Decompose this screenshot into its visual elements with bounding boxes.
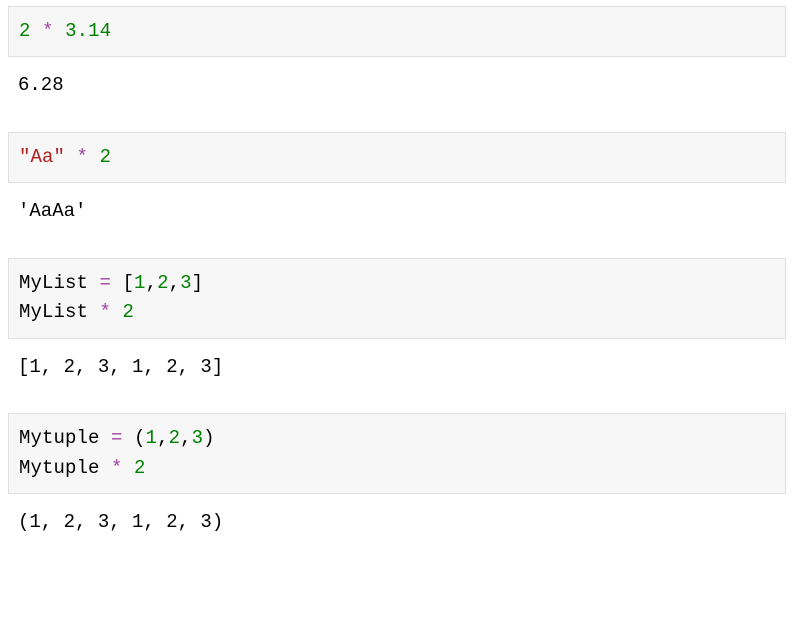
code-token xyxy=(123,457,135,479)
code-token: ) xyxy=(203,427,215,449)
code-token xyxy=(88,146,100,168)
code-token: 2 xyxy=(134,457,146,479)
code-cell[interactable]: "Aa" * 2 xyxy=(8,132,786,183)
code-token: 2 xyxy=(19,20,31,42)
code-token: ( xyxy=(123,427,146,449)
code-token: [ xyxy=(111,272,134,294)
code-token: "Aa" xyxy=(19,146,65,168)
code-token: * xyxy=(100,301,112,323)
code-line: MyList * 2 xyxy=(19,298,775,327)
code-token: ] xyxy=(192,272,204,294)
output-cell: 'AaAa' xyxy=(8,183,786,240)
code-token xyxy=(54,20,66,42)
code-cell[interactable]: MyList = [1,2,3]MyList * 2 xyxy=(8,258,786,339)
code-token: , xyxy=(169,272,181,294)
code-token: , xyxy=(157,427,169,449)
code-line: Mytuple = (1,2,3) xyxy=(19,424,775,453)
code-token xyxy=(111,301,123,323)
code-token: , xyxy=(180,427,192,449)
output-cell: [1, 2, 3, 1, 2, 3] xyxy=(8,339,786,396)
code-token: 1 xyxy=(134,272,146,294)
code-line: "Aa" * 2 xyxy=(19,143,775,172)
code-token: 3 xyxy=(192,427,204,449)
code-token: 2 xyxy=(123,301,135,323)
code-token xyxy=(65,146,77,168)
code-token: 2 xyxy=(100,146,112,168)
code-token: , xyxy=(146,272,158,294)
code-cell[interactable]: 2 * 3.14 xyxy=(8,6,786,57)
code-line: 2 * 3.14 xyxy=(19,17,775,46)
output-cell: 6.28 xyxy=(8,57,786,114)
code-token: 1 xyxy=(146,427,158,449)
code-token: = xyxy=(111,427,123,449)
code-token: = xyxy=(100,272,112,294)
code-token xyxy=(31,20,43,42)
code-token: 2 xyxy=(157,272,169,294)
code-token: MyList xyxy=(19,272,100,294)
code-token: * xyxy=(111,457,123,479)
code-token: Mytuple xyxy=(19,457,111,479)
code-token: 3.14 xyxy=(65,20,111,42)
code-token: MyList xyxy=(19,301,100,323)
notebook-content: 2 * 3.14 6.28 "Aa" * 2 'AaAa' MyList = [… xyxy=(0,0,794,561)
code-token: Mytuple xyxy=(19,427,111,449)
code-token: 2 xyxy=(169,427,181,449)
output-cell: (1, 2, 3, 1, 2, 3) xyxy=(8,494,786,551)
code-cell[interactable]: Mytuple = (1,2,3)Mytuple * 2 xyxy=(8,413,786,494)
code-token: 3 xyxy=(180,272,192,294)
code-token: * xyxy=(42,20,54,42)
code-line: Mytuple * 2 xyxy=(19,454,775,483)
code-token: * xyxy=(77,146,89,168)
code-line: MyList = [1,2,3] xyxy=(19,269,775,298)
